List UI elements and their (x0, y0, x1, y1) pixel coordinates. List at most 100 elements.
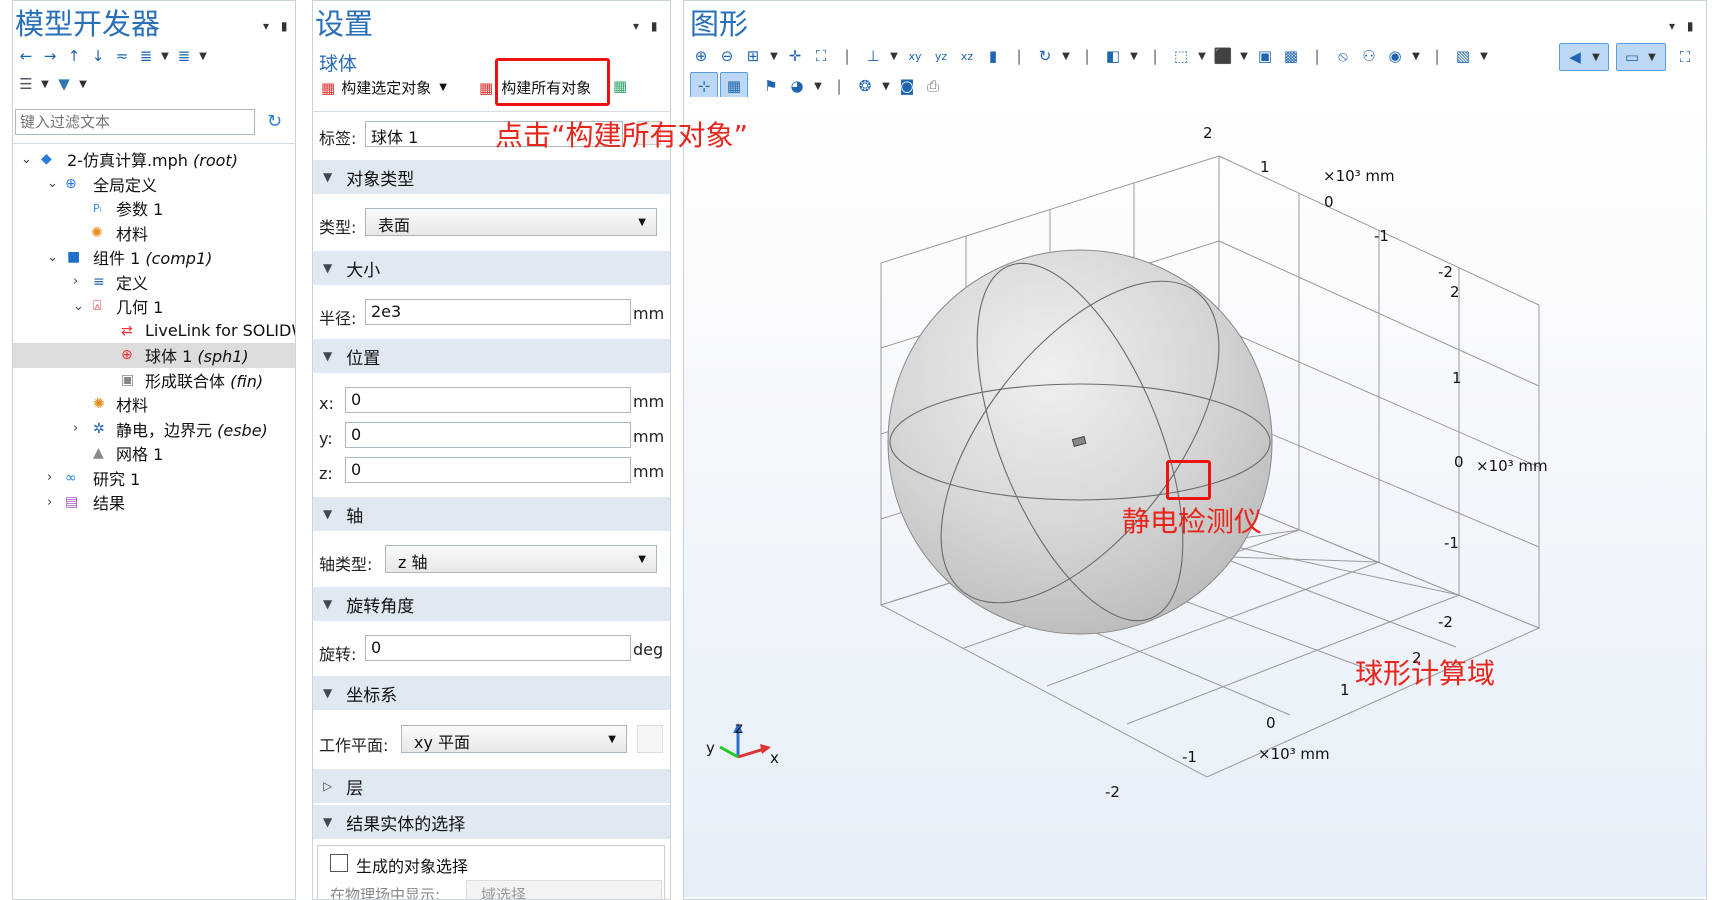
chevron-right-icon[interactable]: › (73, 274, 78, 289)
section-layers[interactable]: ▷ 层 (313, 769, 670, 803)
expand-icon[interactable]: ≣ (135, 45, 157, 67)
chevron-down-icon[interactable]: ▼ (77, 73, 89, 95)
rotate-icon[interactable]: ↻ (1034, 45, 1056, 67)
rotation-field[interactable]: 0 (365, 635, 631, 661)
section-rotation-angle[interactable]: ▼ 旋转角度 (313, 587, 670, 621)
x-field[interactable]: 0 (345, 387, 631, 413)
funnel-icon[interactable]: ▼ (53, 73, 75, 95)
chevron-down-icon[interactable]: ▼ (880, 75, 892, 97)
go-to-view-icon[interactable]: ▮ (982, 45, 1004, 67)
tree-node-form-union[interactable]: ▣ 形成联合体 (fin) (13, 368, 295, 393)
back-arrow-icon[interactable]: ← (15, 45, 37, 67)
axis-type-select[interactable]: z 轴 ▼ (385, 545, 657, 573)
zoom-out-icon[interactable]: ⊖ (716, 45, 738, 67)
forward-arrow-icon[interactable]: → (39, 45, 61, 67)
chevron-down-icon[interactable]: ▼ (197, 45, 209, 67)
select-box-icon[interactable]: ▣ (1254, 45, 1276, 67)
chevron-down-icon[interactable]: ▼ (1590, 46, 1602, 68)
panel-menu-icon[interactable]: ▾ ▮ (263, 19, 291, 33)
xy-view-icon[interactable]: xy (904, 45, 926, 67)
tree-node-electrostatics[interactable]: › ✲ 静电，边界元 (esbe) (13, 417, 295, 442)
section-position[interactable]: ▼ 位置 (313, 339, 670, 373)
show-hidden-icon[interactable]: ⚇ (1358, 45, 1380, 67)
zoom-extents-icon[interactable]: ⛶ (810, 45, 832, 67)
chevron-down-icon[interactable]: ⌄ (73, 299, 84, 314)
z-field[interactable]: 0 (345, 457, 631, 483)
hide-icon[interactable]: ⦸ (1332, 45, 1354, 67)
section-resulting-selection[interactable]: ▼ 结果实体的选择 (313, 805, 670, 839)
collapse-icon[interactable]: ≣ (173, 45, 195, 67)
zoom-selected-icon[interactable]: ✛ (784, 45, 806, 67)
tree-node-mesh[interactable]: ▲ 网格 1 (13, 441, 295, 466)
panel-menu-icon[interactable]: ▾ ▮ (633, 19, 661, 33)
section-size[interactable]: ▼ 大小 (313, 251, 670, 285)
chevron-down-icon[interactable]: ⌄ (21, 152, 32, 167)
chevron-right-icon[interactable]: › (73, 421, 78, 436)
view-options-icon[interactable]: ◉ (1384, 45, 1406, 67)
type-select[interactable]: 表面 ▼ (365, 208, 657, 236)
chevron-down-icon[interactable]: ▼ (159, 45, 171, 67)
color-icon[interactable]: ◕ (786, 75, 808, 97)
filter-input[interactable] (15, 109, 255, 135)
move-up-icon[interactable]: ↑ (63, 45, 85, 67)
section-coordinate-system[interactable]: ▼ 坐标系 (313, 676, 670, 710)
chevron-down-icon[interactable]: ▼ (39, 73, 51, 95)
tree-node-global[interactable]: ⌄ ⊕ 全局定义 (13, 172, 295, 197)
chevron-down-icon[interactable]: ▼ (1410, 45, 1422, 67)
select-domain-icon[interactable]: ⬛ (1212, 45, 1234, 67)
camera-icon[interactable]: ◙ (896, 75, 918, 97)
reset-view-icon[interactable]: ❂ (854, 75, 876, 97)
workplane-edit-button[interactable] (637, 725, 663, 753)
select-all-icon[interactable]: ▩ (1280, 45, 1302, 67)
move-down-icon[interactable]: ↓ (87, 45, 109, 67)
tree-node-root[interactable]: ⌄ ◆ 2-仿真计算.mph (root) (13, 147, 295, 172)
chevron-right-icon[interactable]: › (47, 495, 52, 510)
radius-field[interactable]: 2e3 (365, 299, 631, 325)
xz-view-icon[interactable]: xz (956, 45, 978, 67)
tree-node-parameters[interactable]: Pᵢ 参数 1 (13, 196, 295, 221)
print-icon[interactable]: ⎙ (922, 75, 944, 97)
zoom-box-icon[interactable]: ⊞ (742, 45, 764, 67)
section-object-type[interactable]: ▼ 对象类型 (313, 160, 670, 194)
chevron-down-icon[interactable]: ▼ (1196, 45, 1208, 67)
tree-node-component[interactable]: ⌄ ■ 组件 1 (comp1) (13, 245, 295, 270)
tree-node-livelink[interactable]: ⇄ LiveLink for SOLIDWORKS (13, 319, 295, 344)
select-boundary-icon[interactable]: ⬚ (1170, 45, 1192, 67)
chevron-down-icon[interactable]: ▼ (439, 82, 447, 93)
chevron-down-icon[interactable]: ▼ (1060, 45, 1072, 67)
chevron-down-icon[interactable]: ▼ (812, 75, 824, 97)
yz-view-icon[interactable]: yz (930, 45, 952, 67)
chevron-down-icon[interactable]: ▼ (768, 45, 780, 67)
tree-node-results[interactable]: › ▤ 结果 (13, 490, 295, 515)
scene-icon[interactable]: ⚑ (760, 75, 782, 97)
chevron-down-icon[interactable]: ▼ (1478, 45, 1490, 67)
show-in-physics-select[interactable]: 域选择 (466, 880, 662, 899)
tree-node-materials-global[interactable]: ✺ 材料 (13, 221, 295, 246)
section-axis[interactable]: ▼ 轴 (313, 497, 670, 531)
list-view-icon[interactable]: ☰ (15, 73, 37, 95)
chevron-down-icon[interactable]: ⌄ (47, 176, 58, 191)
transparency-icon[interactable]: ▧ (1452, 45, 1474, 67)
select-objects-icon[interactable]: ◧ (1102, 45, 1124, 67)
generate-selection-checkbox[interactable] (330, 854, 348, 872)
chevron-right-icon[interactable]: › (47, 470, 52, 485)
build-extra-icon[interactable]: ▦ (613, 77, 627, 95)
workplane-select[interactable]: xy 平面 ▼ (401, 725, 627, 753)
y-field[interactable]: 0 (345, 422, 631, 448)
tree-node-sphere[interactable]: ⊕ 球体 1 (sph1) (13, 343, 295, 368)
build-selected-button[interactable]: ▦ 构建选定对象 ▼ (321, 77, 447, 98)
tree-node-definitions[interactable]: › ≡ 定义 (13, 270, 295, 295)
chevron-down-icon[interactable]: ▼ (1128, 45, 1140, 67)
panel-menu-icon[interactable]: ▾ ▮ (1669, 19, 1697, 33)
refresh-icon[interactable]: ↻ (267, 111, 282, 132)
show-icon[interactable]: ≂ (111, 45, 133, 67)
chevron-down-icon[interactable]: ▼ (1646, 46, 1658, 68)
tree-node-materials[interactable]: ✺ 材料 (13, 392, 295, 417)
tree-node-geometry[interactable]: ⌄ ⍓ 几何 1 (13, 294, 295, 319)
zoom-in-icon[interactable]: ⊕ (690, 45, 712, 67)
scene-light-icon[interactable]: ⛶ (1674, 46, 1696, 68)
chevron-down-icon[interactable]: ▼ (888, 45, 900, 67)
axis-view-icon[interactable]: ⊥ (862, 45, 884, 67)
chevron-down-icon[interactable]: ⌄ (47, 250, 58, 265)
chevron-down-icon[interactable]: ▼ (1238, 45, 1250, 67)
